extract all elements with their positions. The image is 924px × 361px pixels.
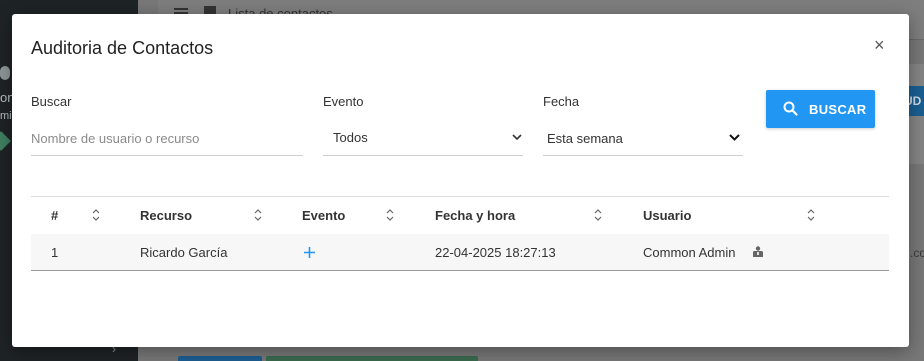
search-label: Buscar [31, 94, 72, 109]
search-button[interactable]: BUSCAR [766, 90, 875, 128]
chevron-down-icon [729, 134, 740, 141]
plus-icon [304, 247, 315, 258]
date-select[interactable]: Esta semana [543, 131, 743, 151]
chevron-down-icon [512, 134, 522, 141]
column-header-datetime[interactable]: Fecha y hora [435, 197, 515, 234]
sort-icon[interactable] [385, 208, 395, 222]
date-select-value: Esta semana [547, 131, 623, 146]
modal-title: Auditoria de Contactos [31, 38, 214, 58]
background-button-2 [266, 356, 478, 361]
row-datetime: 22-04-2025 18:27:13 [435, 245, 556, 260]
event-label: Evento [323, 94, 364, 109]
sort-icon[interactable] [593, 208, 603, 222]
background-side-text: .co [910, 246, 924, 260]
search-underline [31, 155, 303, 156]
date-label: Fecha [543, 94, 580, 109]
column-header-resource[interactable]: Recurso [140, 197, 192, 234]
close-icon[interactable]: × [874, 36, 885, 54]
background-avatar-icon [0, 66, 10, 80]
sort-icon[interactable] [806, 208, 816, 222]
row-index: 1 [51, 245, 59, 260]
row-resource: Ricardo García [140, 245, 228, 260]
column-header-user[interactable]: Usuario [643, 197, 691, 234]
event-select-value: Todos [333, 130, 368, 145]
background-diamond-icon [0, 131, 11, 151]
row-user: Common Admin [643, 245, 736, 260]
sort-icon[interactable] [91, 208, 101, 222]
event-underline [323, 155, 523, 156]
user-badge-icon[interactable] [752, 246, 764, 258]
date-underline [543, 155, 743, 156]
search-icon [783, 101, 798, 116]
table-header: # Recurso Evento Fecha y hora Usuario [31, 197, 889, 235]
audit-modal: Auditoria de Contactos × Buscar Evento T… [12, 14, 909, 347]
search-input[interactable] [31, 129, 301, 147]
table-row[interactable]: 1 Ricardo García 22-04-2025 18:27:13 Com… [31, 234, 889, 271]
column-header-event[interactable]: Evento [302, 197, 345, 234]
column-header-index[interactable]: # [51, 197, 58, 234]
sort-icon[interactable] [253, 208, 263, 222]
event-select[interactable]: Todos [323, 130, 523, 150]
search-button-label: BUSCAR [809, 102, 867, 117]
background-button-1 [178, 356, 262, 361]
